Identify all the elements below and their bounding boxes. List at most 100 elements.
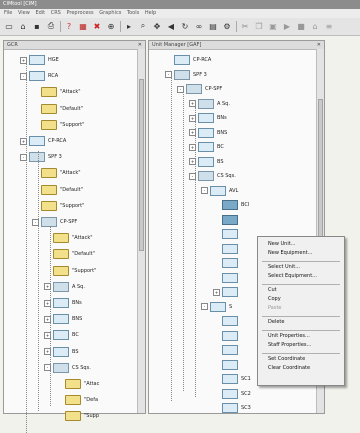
- unit-icon: [222, 287, 238, 297]
- new-icon[interactable]: ▭: [4, 21, 14, 31]
- tree-folder-item[interactable]: "Attack": [32, 168, 81, 179]
- open-icon[interactable]: ⌂: [18, 21, 28, 31]
- settings-icon[interactable]: ⚙: [222, 21, 232, 31]
- tree-folder-item[interactable]: "Support": [32, 200, 84, 211]
- copy-icon[interactable]: ❐: [254, 21, 264, 31]
- tree-node[interactable]: -S: [201, 301, 233, 312]
- left-tree-panel: GCR ✕ + HGE - RCA "Attack" "Default" "Support"…: [3, 40, 146, 433]
- layers-icon[interactable]: ≡: [324, 21, 334, 31]
- close-icon[interactable]: ✕: [138, 42, 142, 48]
- left-scrollbar-thumb[interactable]: [139, 79, 144, 251]
- context-menu-item[interactable]: Staff Properties...: [268, 342, 311, 348]
- tree-item-label: S: [229, 303, 233, 310]
- tree-item-label: CP-RCA: [48, 138, 67, 144]
- tree-folder-item[interactable]: "Attac: [56, 379, 99, 389]
- tree-node[interactable]: SC3: [213, 403, 251, 413]
- tree-node[interactable]: SC1: [213, 374, 251, 384]
- cut-icon[interactable]: ✂: [240, 21, 250, 31]
- tree-folder-item[interactable]: "Attack": [32, 87, 81, 98]
- tree-node[interactable]: CP-RCA: [165, 55, 211, 65]
- left-scrollbar[interactable]: [137, 49, 145, 413]
- tree-folder-item[interactable]: "Defa: [56, 395, 98, 406]
- tree-node[interactable]: SC2: [213, 388, 251, 399]
- unit-icon: [222, 229, 238, 239]
- tree-folder-item[interactable]: "Default": [44, 249, 95, 260]
- expand-icon[interactable]: +: [213, 288, 220, 296]
- folder-icon: [41, 184, 57, 195]
- context-menu-item[interactable]: Cut: [268, 287, 277, 293]
- menu-preprocess[interactable]: Preprocess: [66, 10, 93, 16]
- expand-icon[interactable]: +: [189, 100, 196, 107]
- search-icon[interactable]: ⌕: [138, 21, 148, 31]
- print-icon[interactable]: ⎙: [46, 21, 56, 31]
- tree-folder-item[interactable]: "Default": [32, 103, 83, 114]
- link-icon[interactable]: ∞: [194, 21, 204, 31]
- menu-tools[interactable]: Tools: [127, 10, 139, 16]
- paste-icon[interactable]: ▣: [268, 21, 278, 31]
- collapse-icon[interactable]: -: [201, 303, 208, 310]
- tree-node[interactable]: [213, 258, 241, 268]
- unit-icon: [29, 136, 45, 146]
- tree-connector: [26, 63, 27, 433]
- tree-folder-item[interactable]: "Default": [32, 184, 83, 195]
- tree-item-label: "Attack": [60, 170, 81, 177]
- tree-node[interactable]: [213, 214, 243, 225]
- toolbar-separator: [236, 21, 237, 32]
- folder-icon: [41, 103, 57, 114]
- select-icon[interactable]: ▸: [124, 21, 134, 31]
- tree-node[interactable]: [213, 229, 241, 239]
- forward-icon[interactable]: ▶: [282, 21, 292, 31]
- context-menu-item[interactable]: Unit Properties...: [268, 333, 310, 339]
- back-icon[interactable]: ◀: [166, 21, 176, 31]
- tree-folder-item[interactable]: "Support": [32, 119, 84, 130]
- zoom-icon[interactable]: ⊕: [106, 21, 116, 31]
- folder-icon: [53, 265, 69, 276]
- tree-node[interactable]: [213, 330, 241, 341]
- tree-node[interactable]: [213, 359, 241, 370]
- save-icon[interactable]: ▪: [32, 21, 42, 31]
- close-icon[interactable]: ✕: [317, 42, 321, 48]
- tree-item-label: AVL: [229, 187, 239, 194]
- tree-node[interactable]: [213, 345, 241, 355]
- grid-icon[interactable]: ▦: [78, 21, 88, 31]
- stop-icon[interactable]: ■: [296, 21, 306, 31]
- chart-icon[interactable]: ▤: [208, 21, 218, 31]
- context-menu-item[interactable]: Select Equipment...: [268, 273, 317, 279]
- unit-icon: [222, 330, 238, 341]
- tree-node[interactable]: - AVL: [201, 185, 239, 196]
- context-menu-item[interactable]: Copy: [268, 296, 281, 302]
- tree-folder-item[interactable]: "Attack": [44, 233, 93, 244]
- home-icon[interactable]: ⌂: [310, 21, 320, 31]
- menu-bar: File View Edit CRS Preprocess Graphics T…: [0, 9, 360, 18]
- menu-edit[interactable]: Edit: [35, 10, 45, 16]
- context-menu-item[interactable]: New Unit...: [268, 241, 295, 247]
- tree-node[interactable]: [213, 316, 241, 326]
- tree-node[interactable]: [213, 243, 241, 254]
- tree-connector: [195, 107, 196, 397]
- context-menu-item[interactable]: Set Coordinate: [268, 356, 305, 362]
- context-menu-item[interactable]: Clear Coordinate: [268, 365, 310, 371]
- collapse-icon[interactable]: -: [201, 187, 208, 194]
- unit-icon: [29, 55, 45, 65]
- context-menu-item[interactable]: Delete: [268, 319, 284, 325]
- refresh-icon[interactable]: ↻: [180, 21, 190, 31]
- menu-view[interactable]: View: [18, 10, 30, 16]
- tree-node[interactable]: [213, 272, 241, 283]
- context-menu-item[interactable]: New Equipment...: [268, 250, 312, 256]
- unit-icon: [222, 243, 238, 254]
- menu-crs[interactable]: CRS: [51, 10, 61, 16]
- tree-node[interactable]: - CS Sqs.: [44, 362, 91, 373]
- menu-file[interactable]: File: [4, 10, 12, 16]
- tree-folder-item[interactable]: "Supp: [56, 411, 99, 422]
- unit-icon: [222, 374, 238, 384]
- delete-icon[interactable]: ✖: [92, 21, 102, 31]
- pan-icon[interactable]: ✥: [152, 21, 162, 31]
- tree-node[interactable]: +: [213, 287, 241, 297]
- tree-folder-item[interactable]: "Support": [44, 265, 96, 276]
- tree-node[interactable]: - CS Sqs.: [189, 171, 236, 181]
- menu-help[interactable]: Help: [145, 10, 156, 16]
- help-icon[interactable]: ?: [64, 21, 74, 31]
- context-menu-item[interactable]: Select Unit...: [268, 264, 300, 270]
- menu-graphics[interactable]: Graphics: [99, 10, 121, 16]
- tree-node[interactable]: BCI: [213, 200, 249, 210]
